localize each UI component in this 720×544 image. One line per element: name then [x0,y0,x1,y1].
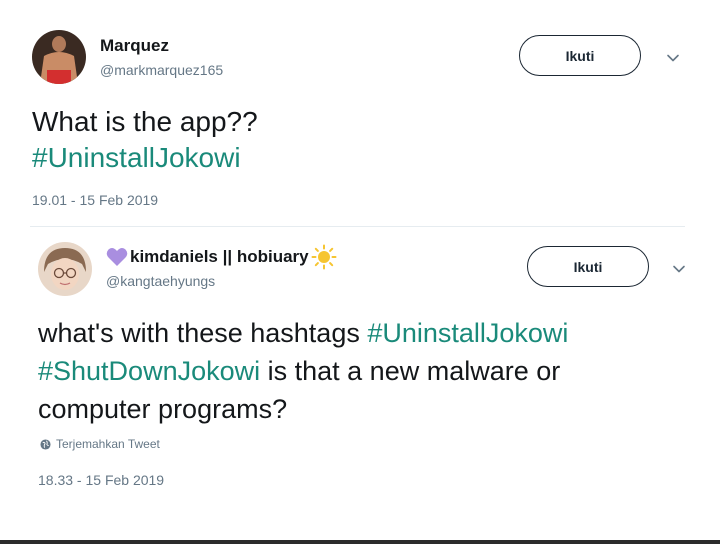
tweet-text-line: what's with these hashtags #UninstallJok… [38,314,568,352]
purple-heart-icon [106,247,128,267]
follow-button[interactable]: Ikuti [519,35,641,76]
avatar[interactable] [32,30,86,84]
tweet-text-line: computer programs? [38,390,568,428]
text-segment: is that a new malware or [260,356,561,386]
tweet-marquez: Marquez @markmarquez165 Ikuti What is th… [0,0,720,226]
tweet-kimdaniels: kimdaniels || hobiuary @kangtaehyungs Ik… [0,226,720,540]
timestamp[interactable]: 19.01 - 15 Feb 2019 [32,192,158,208]
tweet-text-line: #ShutDownJokowi is that a new malware or [38,352,568,390]
text-segment: what's with these hashtags [38,318,368,348]
display-name[interactable]: Marquez [100,36,169,56]
bottom-border [0,540,720,544]
text-segment: What is the app?? [32,106,258,137]
tweet-text-line: What is the app?? [32,104,258,140]
tweet-text: what's with these hashtags #UninstallJok… [38,314,568,428]
chevron-down-icon[interactable] [665,50,681,66]
hashtag-link[interactable]: #UninstallJokowi [32,142,241,173]
chevron-down-icon[interactable] [671,261,687,277]
hashtag-link[interactable]: #UninstallJokowi [367,318,568,348]
tweet-text-line: #UninstallJokowi [32,140,258,176]
user-handle[interactable]: @markmarquez165 [100,62,223,78]
user-handle[interactable]: @kangtaehyungs [106,273,215,289]
sun-icon [311,244,337,270]
translate-tweet-link[interactable]: Terjemahkan Tweet [40,437,160,451]
timestamp[interactable]: 18.33 - 15 Feb 2019 [38,472,164,488]
text-segment: computer programs? [38,394,288,424]
tweet-text: What is the app?? #UninstallJokowi [32,104,258,176]
avatar[interactable] [38,242,92,296]
globe-icon [40,438,51,450]
hashtag-link[interactable]: #ShutDownJokowi [38,356,260,386]
display-name[interactable]: kimdaniels || hobiuary [106,244,337,270]
follow-button[interactable]: Ikuti [527,246,649,287]
